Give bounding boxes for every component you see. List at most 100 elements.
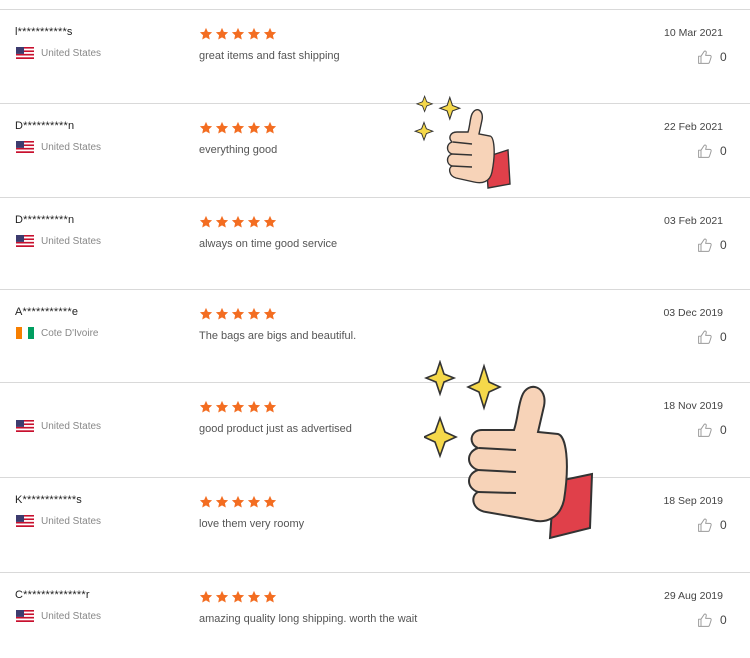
star-rating bbox=[199, 27, 277, 41]
helpful-button[interactable]: 0 bbox=[697, 237, 727, 253]
review-comment: love them very roomy bbox=[199, 518, 305, 530]
star-icon bbox=[231, 590, 245, 603]
reviewer-country: United States bbox=[16, 610, 101, 622]
reviewer-name: C**************r bbox=[15, 589, 90, 601]
reviewer-name: l***********s bbox=[15, 26, 73, 38]
review-item: l***********s United States great items an… bbox=[0, 9, 750, 104]
star-icon bbox=[231, 121, 245, 134]
star-icon bbox=[215, 495, 229, 508]
helpful-button[interactable]: 0 bbox=[697, 612, 727, 628]
flag-cote-divoire-icon bbox=[16, 327, 34, 339]
thumbs-up-icon bbox=[698, 330, 712, 344]
helpful-count: 0 bbox=[720, 613, 727, 627]
star-rating bbox=[199, 121, 277, 135]
star-icon bbox=[199, 27, 213, 40]
review-date: 22 Feb 2021 bbox=[664, 121, 723, 133]
star-icon bbox=[231, 495, 245, 508]
thumbs-up-icon bbox=[698, 613, 712, 627]
review-date: 10 Mar 2021 bbox=[664, 27, 723, 39]
thumbs-up-icon bbox=[698, 50, 712, 64]
star-icon bbox=[231, 400, 245, 413]
star-icon bbox=[199, 215, 213, 228]
hand-icon bbox=[446, 109, 495, 184]
star-rating bbox=[199, 495, 277, 509]
star-icon bbox=[231, 307, 245, 320]
flag-united-states-icon bbox=[16, 515, 34, 527]
flag-united-states-icon bbox=[16, 141, 34, 153]
helpful-button[interactable]: 0 bbox=[697, 49, 727, 65]
reviewer-name: D**********n bbox=[15, 120, 75, 132]
reviewer-name: A***********e bbox=[15, 306, 79, 318]
review-item: United States good product just as advert… bbox=[0, 382, 750, 478]
star-icon bbox=[263, 27, 277, 40]
helpful-button[interactable]: 0 bbox=[697, 517, 727, 533]
star-icon bbox=[263, 590, 277, 603]
flag-united-states-icon bbox=[16, 610, 34, 622]
helpful-count: 0 bbox=[720, 144, 727, 158]
star-icon bbox=[231, 27, 245, 40]
helpful-count: 0 bbox=[720, 423, 727, 437]
star-icon bbox=[263, 495, 277, 508]
helpful-button[interactable]: 0 bbox=[697, 143, 727, 159]
review-date: 29 Aug 2019 bbox=[664, 590, 723, 602]
star-rating bbox=[199, 590, 277, 604]
star-icon bbox=[199, 495, 213, 508]
country-label: United States bbox=[41, 515, 102, 527]
thumbs-up-icon bbox=[698, 238, 712, 252]
helpful-button[interactable]: 0 bbox=[697, 422, 727, 438]
reviewer-country: United States bbox=[16, 235, 101, 247]
review-item: D**********n United States always on time … bbox=[0, 197, 750, 290]
helpful-count: 0 bbox=[720, 330, 727, 344]
flag-united-states-icon bbox=[16, 47, 34, 59]
star-rating bbox=[199, 307, 277, 321]
thumbs-up-icon bbox=[698, 423, 712, 437]
star-icon bbox=[215, 307, 229, 320]
review-item: A***********e Cote D'Ivoire The bags are b… bbox=[0, 289, 750, 383]
star-icon bbox=[215, 215, 229, 228]
star-icon bbox=[231, 215, 245, 228]
star-icon bbox=[263, 121, 277, 134]
country-label: United States bbox=[41, 141, 102, 153]
helpful-count: 0 bbox=[720, 238, 727, 252]
review-comment: always on time good service bbox=[199, 238, 338, 250]
star-icon bbox=[215, 590, 229, 603]
review-item: C**************r United States amazing qua… bbox=[0, 572, 750, 658]
star-icon bbox=[215, 27, 229, 40]
thumbs-up-icon bbox=[698, 144, 712, 158]
helpful-count: 0 bbox=[720, 518, 727, 532]
country-label: United States bbox=[41, 420, 102, 432]
helpful-count: 0 bbox=[720, 50, 727, 64]
star-icon bbox=[247, 27, 261, 40]
star-icon bbox=[247, 215, 261, 228]
star-icon bbox=[247, 307, 261, 320]
star-icon bbox=[199, 307, 213, 320]
flag-united-states-icon bbox=[16, 235, 34, 247]
thumbs-up-sticker-large bbox=[424, 360, 594, 540]
country-label: Cote D'Ivoire bbox=[41, 327, 99, 339]
reviewer-name: D**********n bbox=[15, 214, 75, 226]
star-icon bbox=[215, 121, 229, 134]
star-rating bbox=[199, 215, 277, 229]
star-rating bbox=[199, 400, 277, 414]
star-icon bbox=[247, 400, 261, 413]
reviewer-name: K************s bbox=[15, 494, 83, 506]
star-icon bbox=[263, 400, 277, 413]
country-label: United States bbox=[41, 610, 102, 622]
star-icon bbox=[247, 121, 261, 134]
star-icon bbox=[247, 495, 261, 508]
reviewer-country: Cote D'Ivoire bbox=[16, 327, 99, 339]
star-icon bbox=[215, 400, 229, 413]
review-item: K************s United States love them ver… bbox=[0, 477, 750, 573]
review-comment: everything good bbox=[199, 144, 278, 156]
reviewer-country: United States bbox=[16, 141, 101, 153]
reviewer-country: United States bbox=[16, 47, 101, 59]
review-item: D**********n United States everything good… bbox=[0, 103, 750, 198]
reviewer-country: United States bbox=[16, 420, 101, 432]
reviewer-country: United States bbox=[16, 515, 101, 527]
review-date: 18 Sep 2019 bbox=[663, 495, 723, 507]
review-comment: amazing quality long shipping. worth the… bbox=[199, 613, 418, 625]
review-date: 03 Dec 2019 bbox=[663, 307, 723, 319]
helpful-button[interactable]: 0 bbox=[697, 329, 727, 345]
star-icon bbox=[263, 307, 277, 320]
thumbs-up-sticker-small bbox=[413, 95, 511, 189]
